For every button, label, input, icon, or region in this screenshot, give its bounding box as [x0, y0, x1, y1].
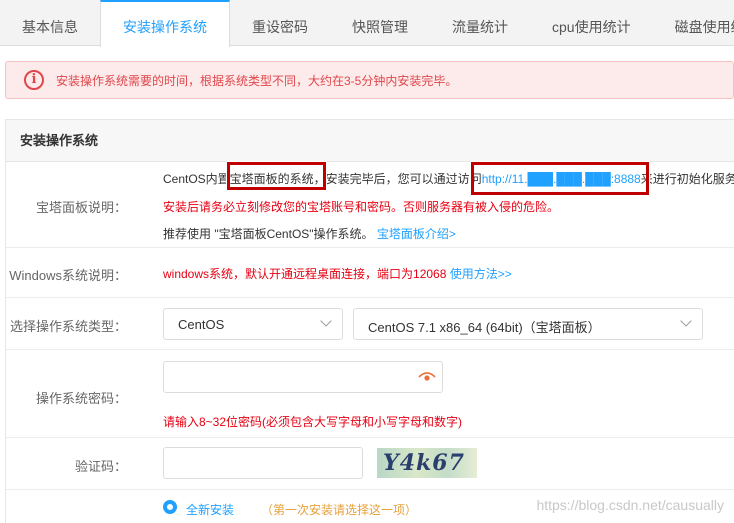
os-version-value: CentOS 7.1 x86_64 (64bit)（宝塔面板）: [368, 320, 601, 335]
tab-traffic-stats[interactable]: 流量统计: [430, 0, 530, 46]
chevron-down-icon: [680, 315, 692, 327]
chevron-down-icon: [320, 315, 332, 327]
windows-usage-link[interactable]: 使用方法>>: [450, 267, 512, 281]
captcha-image-text: Y4k67: [383, 450, 465, 476]
panel-info-row: 宝塔面板说明： CentOS内置宝塔面板的系统，安装完毕后，您可以通过访问htt…: [6, 162, 734, 248]
install-os-section: 安装操作系统 宝塔面板说明： CentOS内置宝塔面板的系统，安装完毕后，您可以…: [5, 119, 734, 523]
os-version-select[interactable]: CentOS 7.1 x86_64 (64bit)（宝塔面板）: [353, 308, 703, 340]
tab-bar: 基本信息 安装操作系统 重设密码 快照管理 流量统计 cpu使用统计 磁盘使用统…: [0, 0, 734, 47]
password-hint: 请输入8~32位密码(必须包含大写字母和小写字母和数字): [163, 415, 463, 429]
info-alert: i 安装操作系统需要的时间，根据系统类型不同，大约在3-5分钟内安装完毕。: [5, 61, 734, 99]
captcha-row: 验证码： Y4k67: [6, 438, 734, 490]
captcha-image[interactable]: Y4k67: [377, 448, 477, 478]
panel-warning: 安装后请务必立刻修改您的宝塔账号和密码。否则服务器有被入侵的危险。: [163, 200, 560, 214]
windows-info-label: Windows系统说明：: [9, 268, 127, 283]
fresh-install-label[interactable]: 全新安装: [186, 501, 234, 518]
tab-install-os[interactable]: 安装操作系统: [100, 0, 230, 47]
panel-recommend: 推荐使用 "宝塔面板CentOS"操作系统。 宝塔面板介绍>: [163, 227, 456, 241]
tab-cpu-stats[interactable]: cpu使用统计: [530, 0, 653, 46]
panel-info-line1: CentOS内置宝塔面板的系统，安装完毕后，您可以通过访问http://11.█…: [163, 172, 734, 186]
eye-icon[interactable]: [418, 371, 436, 383]
alert-message: 安装操作系统需要的时间，根据系统类型不同，大约在3-5分钟内安装完毕。: [56, 73, 458, 88]
tab-basic-info[interactable]: 基本信息: [0, 0, 100, 46]
os-family-value: CentOS: [178, 317, 225, 332]
os-type-label: 选择操作系统类型：: [9, 319, 127, 334]
os-type-row: 选择操作系统类型： CentOS CentOS 7.1 x86_64 (64bi…: [6, 298, 734, 350]
panel-url-link[interactable]: http://11.███.███.███:8888: [482, 172, 641, 186]
panel-intro-link[interactable]: 宝塔面板介绍>: [377, 227, 456, 241]
panel-info-label: 宝塔面板说明：: [35, 200, 127, 215]
password-input[interactable]: [163, 361, 443, 393]
password-label: 操作系统密码：: [35, 391, 127, 406]
watermark: https://blog.csdn.net/causually: [536, 497, 724, 513]
windows-info-text: windows系统，默认开通远程桌面连接，端口为12068: [163, 267, 447, 281]
password-row: 操作系统密码： 请输入8~32位密码(必须包含大写字母和小写字母和数字): [6, 350, 734, 438]
info-icon: i: [24, 70, 44, 90]
captcha-input[interactable]: [163, 447, 363, 479]
fresh-install-note: （第一次安装请选择这一项）: [261, 503, 418, 517]
captcha-label: 验证码：: [74, 459, 127, 474]
tab-reset-password[interactable]: 重设密码: [230, 0, 330, 46]
os-family-select[interactable]: CentOS: [163, 308, 343, 340]
tab-snapshots[interactable]: 快照管理: [330, 0, 430, 46]
windows-info-row: Windows系统说明： windows系统，默认开通远程桌面连接，端口为120…: [6, 248, 734, 298]
section-title: 安装操作系统: [6, 120, 734, 162]
fresh-install-radio[interactable]: [163, 500, 177, 514]
tab-disk-stats[interactable]: 磁盘使用统计: [653, 0, 734, 46]
